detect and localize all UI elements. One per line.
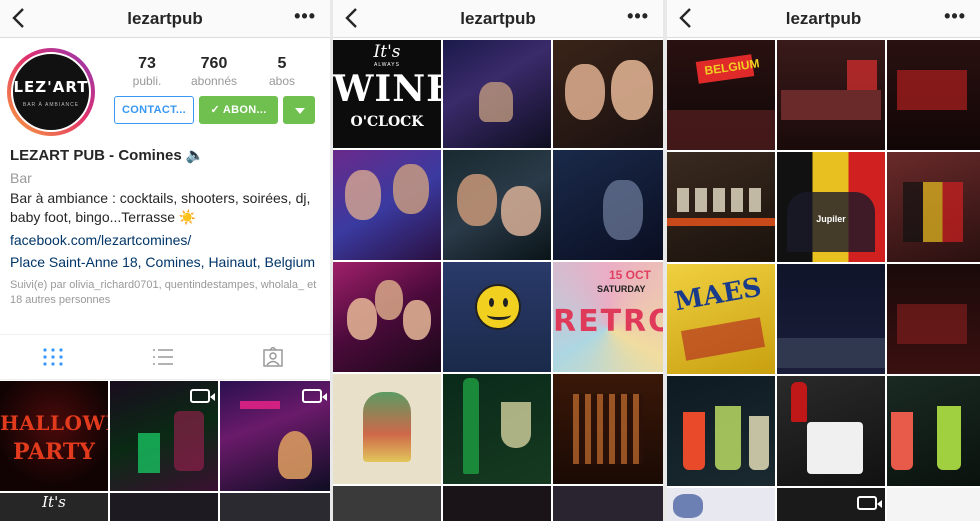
post-thumbnail[interactable] bbox=[553, 40, 663, 148]
wine-text: WINE bbox=[333, 68, 441, 110]
post-thumbnail[interactable]: BELGIUM bbox=[667, 40, 775, 150]
post-thumbnail[interactable]: Jupiler bbox=[777, 152, 885, 262]
followed-by-text[interactable]: Suivi(e) par olivia_richard0701, quentin… bbox=[10, 278, 328, 308]
its-text: It's bbox=[42, 493, 66, 511]
top-bar: lezartpub ••• bbox=[333, 0, 663, 38]
grid-view-icon[interactable] bbox=[42, 347, 64, 367]
profile-name: LEZART PUB - Comines 🔈 bbox=[10, 147, 205, 164]
halloween-text: HALLOWEEN bbox=[0, 411, 108, 435]
post-thumbnail[interactable] bbox=[110, 493, 218, 521]
posts-count-number: 73 bbox=[138, 55, 156, 72]
post-thumbnail[interactable] bbox=[887, 152, 980, 262]
post-thumbnail[interactable] bbox=[553, 150, 663, 260]
party-text: PARTY bbox=[13, 439, 95, 465]
more-options-icon[interactable]: ••• bbox=[294, 6, 316, 27]
address-link[interactable]: Place Saint-Anne 18, Comines, Hainaut, B… bbox=[10, 253, 328, 272]
avatar-logo-text: LEZ'ART bbox=[13, 78, 89, 96]
retro-date: 15 OCT bbox=[609, 268, 652, 282]
video-icon bbox=[190, 389, 215, 403]
post-thumbnail[interactable] bbox=[777, 376, 885, 486]
post-thumbnail[interactable]: MAES bbox=[667, 264, 775, 374]
post-thumbnail[interactable] bbox=[333, 486, 441, 521]
posts-count-label: publi. bbox=[132, 74, 162, 88]
tagged-photos-icon[interactable] bbox=[262, 347, 284, 367]
profile-category: Bar bbox=[10, 170, 32, 186]
avatar[interactable]: LEZ'ART BAR À AMBIANCE bbox=[7, 48, 95, 136]
following-button[interactable]: ✓ ABON... bbox=[199, 96, 278, 124]
maes-text: MAES bbox=[672, 272, 764, 318]
website-link[interactable]: facebook.com/lezartcomines/ bbox=[10, 232, 328, 248]
post-thumbnail[interactable] bbox=[443, 150, 551, 260]
username-title: lezartpub bbox=[460, 9, 536, 28]
video-icon bbox=[302, 389, 327, 403]
post-thumbnail[interactable] bbox=[553, 374, 663, 484]
post-thumbnail[interactable] bbox=[667, 152, 775, 262]
profile-screen: lezartpub ••• LEZ'ART BAR À AMBIANCE 73 … bbox=[0, 0, 330, 521]
post-thumbnail[interactable] bbox=[667, 376, 775, 486]
post-thumbnail[interactable]: 15 OCT SATURDAY RETRO bbox=[553, 262, 663, 372]
post-thumbnail[interactable] bbox=[667, 488, 775, 521]
post-thumbnail[interactable] bbox=[887, 40, 980, 150]
post-thumbnail[interactable] bbox=[443, 486, 551, 521]
post-thumbnail[interactable] bbox=[333, 262, 441, 372]
profile-description: Bar à ambiance : cocktails, shooters, so… bbox=[10, 190, 311, 225]
username-title: lezartpub bbox=[785, 9, 862, 28]
profile-bio: LEZART PUB - Comines 🔈 Bar Bar à ambianc… bbox=[10, 146, 328, 308]
post-thumbnail[interactable]: It's ALWAYS WINE O'CLOCK bbox=[333, 40, 441, 148]
following-count-label: abos bbox=[268, 74, 296, 88]
avatar-sub-text: BAR À AMBIANCE bbox=[22, 102, 80, 108]
username-title: lezartpub bbox=[127, 9, 203, 28]
suggestions-dropdown-button[interactable] bbox=[283, 96, 315, 124]
post-thumbnail[interactable] bbox=[443, 374, 551, 484]
chevron-down-icon bbox=[295, 108, 305, 114]
list-view-icon[interactable] bbox=[152, 347, 174, 367]
post-thumbnail[interactable] bbox=[333, 374, 441, 484]
post-thumbnail[interactable] bbox=[443, 262, 551, 372]
followers-count-label: abonnés bbox=[190, 74, 238, 88]
view-tabs bbox=[0, 334, 330, 380]
post-thumbnail[interactable]: HALLOWEEN PARTY bbox=[0, 381, 108, 491]
post-thumbnail[interactable] bbox=[777, 264, 885, 374]
video-icon bbox=[857, 496, 882, 510]
post-thumbnail[interactable] bbox=[220, 381, 330, 491]
post-thumbnail[interactable]: It's bbox=[0, 493, 108, 521]
post-thumbnail[interactable] bbox=[443, 40, 551, 148]
posts-count[interactable]: 73 publi. bbox=[112, 55, 182, 88]
post-thumbnail[interactable] bbox=[887, 376, 980, 486]
post-grid-screen-1: lezartpub ••• It's ALWAYS WINE O'CLOCK 1… bbox=[333, 0, 663, 521]
post-thumbnail[interactable] bbox=[110, 381, 218, 491]
following-count-number: 5 bbox=[277, 55, 287, 72]
top-bar: lezartpub ••• bbox=[0, 0, 330, 38]
post-thumbnail[interactable] bbox=[220, 493, 330, 521]
post-grid-screen-2: lezartpub ••• BELGIUM Jupiler MAES bbox=[667, 0, 980, 521]
followers-count[interactable]: 760 abonnés bbox=[179, 55, 249, 88]
contact-button[interactable]: CONTACT... bbox=[114, 96, 194, 124]
post-thumbnail[interactable] bbox=[777, 40, 885, 150]
top-bar: lezartpub ••• bbox=[667, 0, 980, 38]
post-thumbnail[interactable] bbox=[887, 264, 980, 374]
post-thumbnail[interactable] bbox=[887, 488, 980, 521]
smiley-icon bbox=[475, 284, 521, 330]
oclock-text: O'CLOCK bbox=[350, 114, 424, 130]
jupiler-text: Jupiler bbox=[816, 214, 846, 224]
post-thumbnail[interactable] bbox=[777, 488, 885, 521]
post-thumbnail[interactable] bbox=[553, 486, 663, 521]
following-count[interactable]: 5 abos bbox=[247, 55, 317, 88]
post-thumbnail[interactable] bbox=[333, 150, 441, 260]
its-text: It's bbox=[373, 42, 401, 62]
more-options-icon[interactable]: ••• bbox=[627, 6, 649, 27]
retro-day: SATURDAY bbox=[597, 284, 646, 294]
retro-title: RETRO bbox=[553, 304, 663, 339]
followers-count-number: 760 bbox=[200, 55, 228, 72]
more-options-icon[interactable]: ••• bbox=[944, 6, 966, 27]
